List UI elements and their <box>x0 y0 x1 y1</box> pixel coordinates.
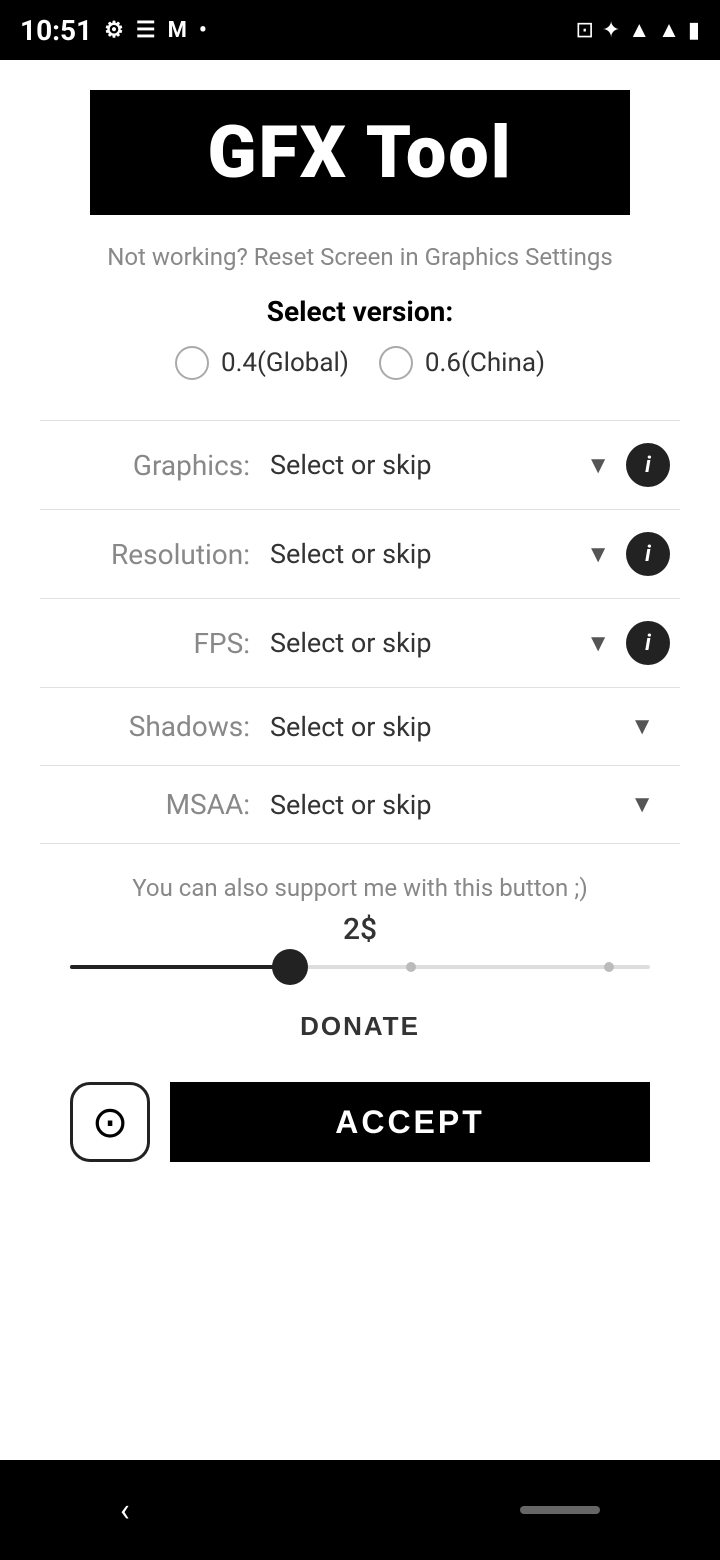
version-section-label: Select version: <box>267 295 453 328</box>
status-left: 10:51 ⚙ ☰ M • <box>20 14 207 47</box>
resolution-value: Select or skip <box>270 538 432 570</box>
donate-button[interactable]: DONATE <box>270 1001 450 1052</box>
bottom-area: ⊙ ACCEPT <box>40 1082 680 1162</box>
resolution-row: Resolution: Select or skip ▼ i <box>40 510 680 598</box>
msaa-row: MSAA: Select or skip ▼ <box>40 766 680 843</box>
fps-info-button[interactable]: i <box>626 621 670 665</box>
app-title-banner: GFX Tool <box>90 90 630 215</box>
gear-icon: ⚙ <box>104 18 124 43</box>
accept-button[interactable]: ACCEPT <box>170 1082 650 1162</box>
slider-dot-1 <box>406 962 416 972</box>
msaa-value: Select or skip <box>270 789 432 821</box>
cell-signal-icon: ▲ <box>658 17 680 43</box>
fps-value: Select or skip <box>270 627 432 659</box>
msaa-chevron-icon: ▼ <box>630 790 654 819</box>
instagram-button[interactable]: ⊙ <box>70 1082 150 1162</box>
fps-dropdown[interactable]: Select or skip ▼ <box>270 627 626 659</box>
cast-icon: ⊡ <box>575 18 593 43</box>
version-row: 0.4(Global) 0.6(China) <box>175 346 545 380</box>
home-indicator[interactable] <box>520 1506 600 1514</box>
graphics-row: Graphics: Select or skip ▼ i <box>40 421 680 509</box>
fps-label: FPS: <box>50 627 250 660</box>
version-global-option[interactable]: 0.4(Global) <box>175 346 349 380</box>
instagram-icon: ⊙ <box>92 1096 129 1148</box>
gmail-icon: M <box>168 18 187 43</box>
support-text: You can also support me with this button… <box>132 874 587 902</box>
battery-icon: ▮ <box>688 18 700 43</box>
status-time: 10:51 <box>20 14 92 47</box>
shadows-chevron-icon: ▼ <box>630 712 654 741</box>
back-button[interactable]: ‹ <box>120 1491 130 1529</box>
msaa-label: MSAA: <box>50 788 250 821</box>
shadows-row: Shadows: Select or skip ▼ <box>40 688 680 765</box>
app-title: GFX Tool <box>130 110 590 195</box>
donate-slider[interactable] <box>40 965 680 969</box>
app-subtitle: Not working? Reset Screen in Graphics Se… <box>107 243 613 271</box>
resolution-chevron-icon: ▼ <box>586 540 610 569</box>
message-icon: ☰ <box>136 18 156 43</box>
resolution-label: Resolution: <box>50 538 250 571</box>
msaa-dropdown[interactable]: Select or skip ▼ <box>270 789 670 821</box>
shadows-label: Shadows: <box>50 710 250 743</box>
version-china-label: 0.6(China) <box>425 348 545 378</box>
divider-msaa <box>40 843 680 844</box>
version-global-label: 0.4(Global) <box>221 348 349 378</box>
fps-chevron-icon: ▼ <box>586 629 610 658</box>
slider-track <box>70 965 650 969</box>
graphics-dropdown[interactable]: Select or skip ▼ <box>270 449 626 481</box>
resolution-info-button[interactable]: i <box>626 532 670 576</box>
main-content: GFX Tool Not working? Reset Screen in Gr… <box>0 60 720 1460</box>
resolution-dropdown[interactable]: Select or skip ▼ <box>270 538 626 570</box>
fps-row: FPS: Select or skip ▼ i <box>40 599 680 687</box>
version-china-option[interactable]: 0.6(China) <box>379 346 545 380</box>
graphics-label: Graphics: <box>50 449 250 482</box>
wifi-icon: ▲ <box>628 17 650 43</box>
status-bar: 10:51 ⚙ ☰ M • ⊡ ✦ ▲ ▲ ▮ <box>0 0 720 60</box>
slider-fill <box>70 965 290 969</box>
version-china-radio[interactable] <box>379 346 413 380</box>
slider-dot-2 <box>604 962 614 972</box>
shadows-value: Select or skip <box>270 711 432 743</box>
graphics-value: Select or skip <box>270 449 432 481</box>
shadows-dropdown[interactable]: Select or skip ▼ <box>270 711 670 743</box>
graphics-info-button[interactable]: i <box>626 443 670 487</box>
settings-section: Graphics: Select or skip ▼ i Resolution:… <box>40 420 680 844</box>
graphics-chevron-icon: ▼ <box>586 451 610 480</box>
support-section: You can also support me with this button… <box>40 874 680 1052</box>
dot-icon: • <box>199 18 207 43</box>
version-global-radio[interactable] <box>175 346 209 380</box>
status-right: ⊡ ✦ ▲ ▲ ▮ <box>575 17 700 43</box>
slider-thumb[interactable] <box>272 949 308 985</box>
navigation-bar: ‹ <box>0 1460 720 1560</box>
bluetooth-icon: ✦ <box>602 18 620 43</box>
donate-amount: 2$ <box>343 912 377 947</box>
